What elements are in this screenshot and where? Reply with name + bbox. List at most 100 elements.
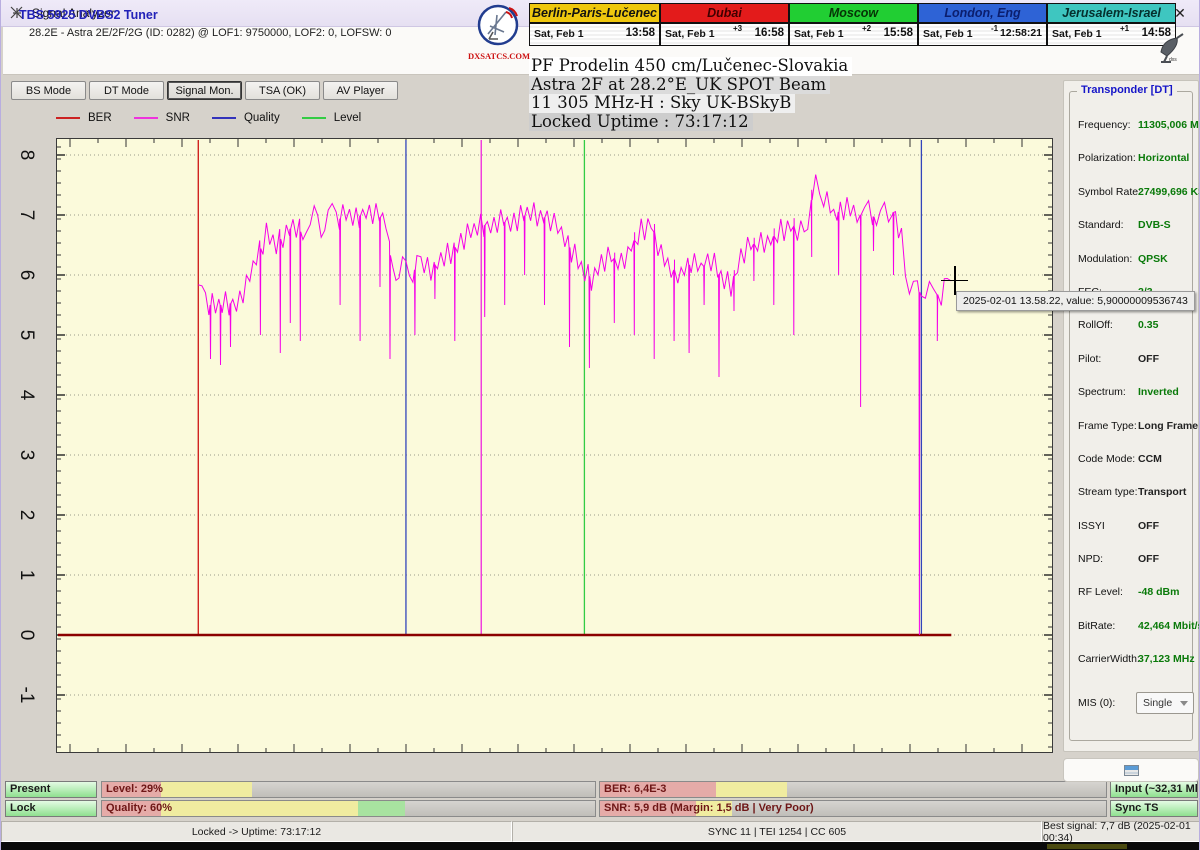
clock-time-row: Sat, Feb 1 13:58 xyxy=(530,24,659,45)
clock-time: 12:58:21 xyxy=(999,27,1042,39)
field-label: Pilot: xyxy=(1078,352,1102,365)
legend-item-snr: SNR xyxy=(133,112,190,124)
button-signal-mon-[interactable]: Signal Mon. xyxy=(167,81,242,100)
field-value: CCM xyxy=(1138,452,1162,465)
clock-dubai: Dubai Sat, Feb 1 +3 16:58 xyxy=(659,4,788,45)
field-value: 42,464 Mbit/s xyxy=(1138,619,1200,632)
dxsatcs-logo-text: DXSATCS.COM xyxy=(468,51,530,61)
field-label: Standard: xyxy=(1078,219,1124,232)
y-tick-label: 1 xyxy=(16,569,37,581)
input-rate-indicator: Input (~32,31 Mbps) xyxy=(1110,781,1198,798)
lock-indicator: Lock xyxy=(5,800,97,817)
clock-utc-offset: +2 xyxy=(862,24,872,33)
panel-mini-button[interactable] xyxy=(1063,758,1199,782)
transponder-groupbox: Transponder [DT] Frequency: 11305,006 MHz… xyxy=(1069,84,1199,741)
field-polarization-: Polarization: Horizontal xyxy=(1076,143,1190,176)
field-value: Horizontal xyxy=(1138,152,1190,165)
transponder-panel: Transponder [DT] Frequency: 11305,006 MHz… xyxy=(1063,80,1199,752)
field-carrierwidth-: CarrierWidth: 37,123 MHz xyxy=(1076,644,1195,677)
clock-time-row: Sat, Feb 1 +3 16:58 xyxy=(661,24,788,45)
signal-chart[interactable] xyxy=(56,138,1053,753)
annotation-line: PF Prodelin 450 cm/Lučenec-Slovakia xyxy=(529,56,853,76)
field-modulation-: Modulation: QPSK xyxy=(1076,244,1190,277)
chevron-down-icon xyxy=(1180,701,1188,706)
legend-label: BER xyxy=(88,112,112,124)
clock-moscow: Moscow Sat, Feb 1 +2 15:58 xyxy=(788,4,917,45)
mis-dropdown[interactable]: Single xyxy=(1136,692,1194,714)
button-av-player[interactable]: AV Player xyxy=(323,81,398,100)
clock-utc-offset: +1 xyxy=(1120,24,1130,33)
snr-bar: SNR: 5,9 dB (Margin: 1,5 dB | Very Poor) xyxy=(599,800,1107,817)
clock-city-label: Berlin-Paris-Lučenec xyxy=(530,4,659,24)
clock-time: 16:58 xyxy=(754,27,784,39)
status-best-signal: Best signal: 7,7 dB (2025-02-01 00:34) xyxy=(1042,820,1199,844)
dxsatcs-logo-icon xyxy=(477,4,519,46)
field-stream-type-: Stream type: Transport xyxy=(1076,477,1190,510)
clock-date: Sat, Feb 1 xyxy=(665,28,715,40)
field-value: 37,123 MHz xyxy=(1138,653,1195,666)
quality-bar: Quality: 60% xyxy=(101,800,596,817)
annotation-line: Astra 2F at 28.2°E_UK SPOT Beam xyxy=(529,75,831,94)
legend-swatch xyxy=(211,117,236,119)
clock-time: 15:58 xyxy=(883,27,913,39)
status-bar: Locked -> Uptime: 73:17:12 SYNC 11 | TEI… xyxy=(1,820,1199,844)
clock-city-label: Moscow xyxy=(790,4,917,24)
legend-item-level: Level xyxy=(301,112,361,124)
status-sync-counters: SYNC 11 | TEI 1254 | CC 605 xyxy=(512,821,1042,842)
field-standard-: Standard: DVB-S xyxy=(1076,210,1190,243)
field-pilot-: Pilot: OFF xyxy=(1076,344,1190,377)
clock-city-label: Jerusalem-Israel xyxy=(1048,4,1175,24)
legend-label: SNR xyxy=(165,112,190,124)
field-code-mode-: Code Mode: CCM xyxy=(1076,444,1190,477)
button-bs-mode[interactable]: BS Mode xyxy=(11,81,86,100)
legend-swatch xyxy=(133,117,158,119)
clock-london-eng: London, Eng Sat, Feb 1 -1 12:58:21 xyxy=(917,4,1046,45)
clock-time-row: Sat, Feb 1 +2 15:58 xyxy=(790,24,917,45)
bar-label: SNR: 5,9 dB (Margin: 1,5 dB | Very Poor) xyxy=(604,802,814,814)
chart-legend: BER SNR Quality Level xyxy=(56,108,361,128)
field-rolloff-: RollOff: 0.35 xyxy=(1076,310,1190,343)
field-label: Modulation: xyxy=(1078,252,1133,265)
legend-swatch xyxy=(56,117,80,119)
clock-utc-offset: -1 xyxy=(991,24,999,33)
mode-toolbar: BS Mode DT Mode Signal Mon. TSA (OK) AV Play… xyxy=(11,81,398,100)
y-tick-label: 4 xyxy=(16,389,37,401)
svg-text:dxs: dxs xyxy=(1169,57,1177,63)
bar-segment xyxy=(358,801,406,816)
button-tsa-ok-[interactable]: TSA (OK) xyxy=(245,81,320,100)
present-indicator: Present xyxy=(5,781,97,798)
bar-segment xyxy=(161,782,253,797)
field-value: Transport xyxy=(1138,486,1187,499)
field-label: BitRate: xyxy=(1078,619,1116,632)
y-tick-label: 0 xyxy=(16,629,37,641)
field-npd-: NPD: OFF xyxy=(1076,544,1190,577)
clock-date: Sat, Feb 1 xyxy=(923,28,973,40)
bar-segment xyxy=(161,801,359,816)
signal-analyzer-window: Signal Analyzer ✕ TBS 5925 DVBS2 Tuner 2… xyxy=(0,0,1200,850)
taskbar-accent xyxy=(1047,844,1127,849)
level-bar: Level: 29% xyxy=(101,781,596,798)
clock-time: 13:58 xyxy=(625,27,655,39)
field-label: Symbol Rate: xyxy=(1078,185,1142,198)
tuner-title: TBS 5925 DVBS2 Tuner xyxy=(19,8,158,22)
legend-item-ber: BER xyxy=(56,112,112,124)
field-label: Frequency: xyxy=(1078,119,1131,131)
clock-date: Sat, Feb 1 xyxy=(534,28,584,40)
y-tick-label: 5 xyxy=(16,329,37,341)
field-label: Code Mode: xyxy=(1078,452,1136,465)
clock-city-label: Dubai xyxy=(661,4,788,24)
annotation-line: Locked Uptime : 73:17:12 xyxy=(529,112,753,131)
field-issyi: ISSYI OFF xyxy=(1076,511,1190,544)
chart-tooltip: 2025-02-01 13.58.22, value: 5,9000000953… xyxy=(956,291,1195,311)
button-dt-mode[interactable]: DT Mode xyxy=(89,81,164,100)
field-value: DVB-S xyxy=(1138,219,1171,232)
annotation-overlay: PF Prodelin 450 cm/Lučenec-Slovakia Astra… xyxy=(529,56,853,131)
ber-bar: BER: 6,4E-3 xyxy=(599,781,1107,798)
legend-label: Quality xyxy=(243,112,280,124)
sync-ts-indicator: Sync TS xyxy=(1110,800,1198,817)
bar-segment xyxy=(716,782,788,797)
tuner-subtitle: 28.2E - Astra 2E/2F/2G (ID: 0282) @ LOF1… xyxy=(29,27,392,39)
y-tick-label: -1 xyxy=(16,686,37,704)
field-label: Frame Type: xyxy=(1078,419,1137,432)
transponder-fields: Frequency: 11305,006 MHz Polarization:Hori… xyxy=(1076,110,1199,678)
